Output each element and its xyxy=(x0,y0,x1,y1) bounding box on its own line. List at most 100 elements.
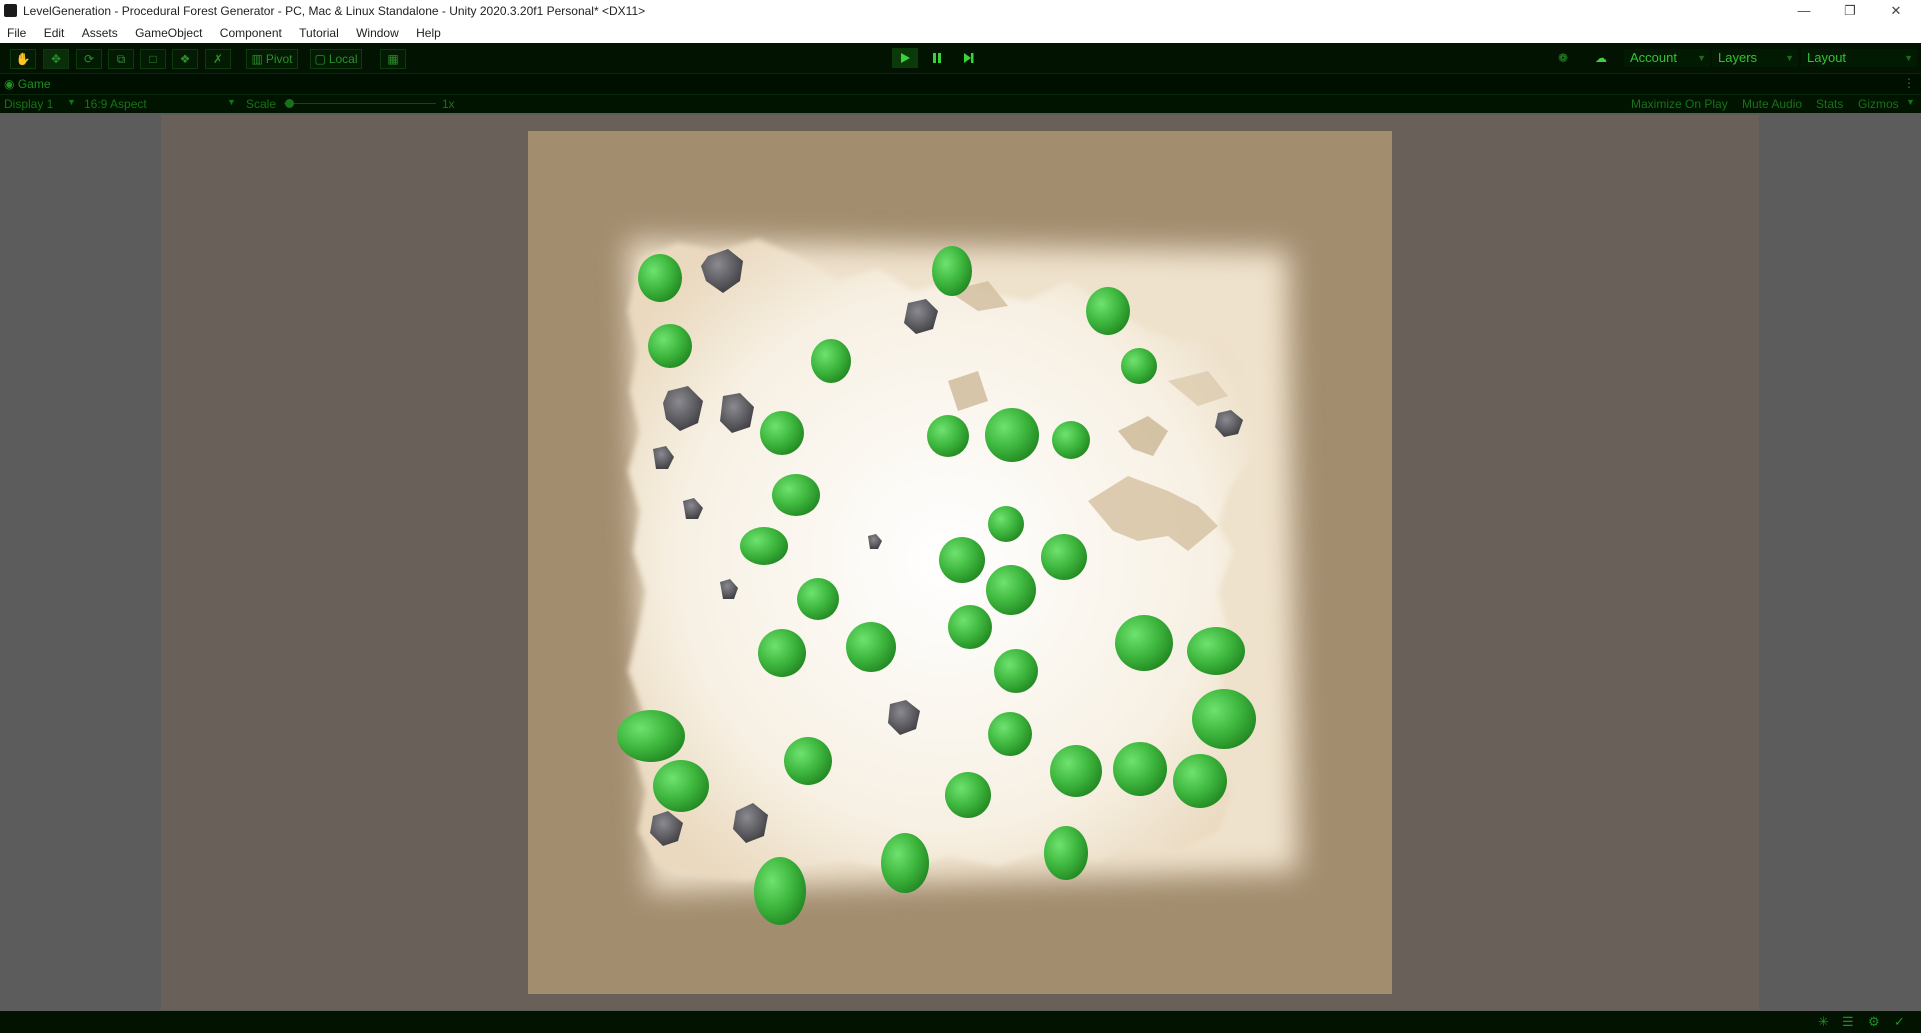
status-bar: ✳ ☰ ⚙ ✓ xyxy=(0,1011,1921,1033)
scale-tool-icon[interactable]: ⧉ xyxy=(108,49,134,69)
tree xyxy=(985,408,1039,462)
layers-label: Layers xyxy=(1718,50,1758,65)
scale-label: Scale xyxy=(246,97,277,111)
tree xyxy=(846,622,896,672)
pause-icon xyxy=(933,53,941,63)
tree xyxy=(932,246,972,296)
tree xyxy=(986,565,1036,615)
tree xyxy=(1192,689,1256,749)
collab-icon[interactable]: ❁ xyxy=(1551,49,1575,67)
tree xyxy=(758,629,806,677)
menu-edit[interactable]: Edit xyxy=(37,22,72,40)
tree xyxy=(653,760,709,812)
tree xyxy=(1086,287,1130,335)
step-icon xyxy=(964,53,974,63)
tree xyxy=(1173,754,1227,808)
menu-component[interactable]: Component xyxy=(213,22,289,40)
menu-file[interactable]: File xyxy=(0,22,33,40)
check-icon[interactable]: ✓ xyxy=(1894,1014,1905,1030)
grid-snap-icon[interactable]: ▦ xyxy=(380,49,406,69)
scale-slider-track[interactable] xyxy=(284,103,436,104)
maximize-on-play-toggle[interactable]: Maximize On Play xyxy=(1631,97,1728,111)
menu-bar: File Edit Assets GameObject Component Tu… xyxy=(0,22,1921,44)
bug-icon[interactable]: ✳ xyxy=(1818,1014,1829,1030)
tree xyxy=(939,537,985,583)
menu-gameobject[interactable]: GameObject xyxy=(128,22,209,40)
tree xyxy=(988,506,1024,542)
tree xyxy=(784,737,832,785)
chevron-down-icon: ▼ xyxy=(1904,53,1913,63)
tree xyxy=(948,605,992,649)
tree xyxy=(754,857,806,925)
pivot-label: Pivot xyxy=(265,52,293,66)
tree xyxy=(1044,826,1088,880)
tree xyxy=(1121,348,1157,384)
game-tab-label: Game xyxy=(17,77,51,91)
unity-app-icon xyxy=(4,4,17,17)
main-toolbar: ✋ ✥ ⟳ ⧉ □ ❖ ✗ ▥ Pivot ▢ Local ▦ ❁ ☁ Acco… xyxy=(0,43,1921,74)
tree xyxy=(1050,745,1102,797)
hand-tool-icon[interactable]: ✋ xyxy=(10,49,36,69)
step-button[interactable] xyxy=(956,48,982,68)
chevron-down-icon: ▼ xyxy=(1906,97,1915,107)
tree xyxy=(1113,742,1167,796)
menu-tutorial[interactable]: Tutorial xyxy=(292,22,346,40)
layout-dropdown[interactable]: Layout ▼ xyxy=(1801,49,1917,67)
tree xyxy=(617,710,685,762)
gamepad-icon: ◉ xyxy=(4,77,15,91)
procedural-forest-scene xyxy=(617,239,1298,925)
stats-toggle[interactable]: Stats xyxy=(1816,97,1843,111)
local-label: Local xyxy=(328,52,358,66)
tree xyxy=(797,578,839,620)
move-tool-icon[interactable]: ✥ xyxy=(43,49,69,69)
layers-dropdown[interactable]: Layers ▼ xyxy=(1712,49,1798,67)
cloud-icon[interactable]: ☁ xyxy=(1589,49,1613,67)
pivot-icon: ▥ xyxy=(251,52,263,66)
rotate-tool-icon[interactable]: ⟳ xyxy=(76,49,102,69)
minimize-button[interactable]: — xyxy=(1781,0,1827,22)
tree xyxy=(1115,615,1173,671)
more-options-icon[interactable]: ⋮ xyxy=(1903,76,1915,90)
rect-tool-icon[interactable]: □ xyxy=(140,49,166,69)
tree xyxy=(994,649,1038,693)
menu-assets[interactable]: Assets xyxy=(75,22,125,40)
tree xyxy=(760,411,804,455)
tree xyxy=(945,772,991,818)
game-tab-bar: ◉ Game ⋮ xyxy=(0,74,1921,95)
aspect-select[interactable]: 16:9 Aspect xyxy=(84,97,147,111)
stack-icon[interactable]: ☰ xyxy=(1842,1014,1854,1030)
local-toggle[interactable]: ▢ Local xyxy=(310,49,362,69)
tab-game[interactable]: ◉ Game xyxy=(4,77,51,91)
menu-window[interactable]: Window xyxy=(349,22,406,40)
tree xyxy=(1052,421,1090,459)
tree xyxy=(648,324,692,368)
forest-level-render xyxy=(528,131,1392,994)
account-dropdown[interactable]: Account ▼ xyxy=(1624,49,1710,67)
tree xyxy=(988,712,1032,756)
chevron-down-icon: ▼ xyxy=(67,97,76,107)
settings-icon[interactable]: ⚙ xyxy=(1868,1014,1880,1030)
custom-tool-icon[interactable]: ✗ xyxy=(205,49,231,69)
display-select[interactable]: Display 1 xyxy=(4,97,53,111)
chevron-down-icon: ▼ xyxy=(1785,53,1794,63)
mute-audio-toggle[interactable]: Mute Audio xyxy=(1742,97,1802,111)
tree xyxy=(1041,534,1087,580)
scale-value: 1x xyxy=(442,97,455,111)
pause-button[interactable] xyxy=(924,48,950,68)
tree xyxy=(927,415,969,457)
scale-slider-handle[interactable] xyxy=(285,99,294,108)
pivot-toggle[interactable]: ▥ Pivot xyxy=(246,49,298,69)
game-view-controls: Display 1 ▼ 16:9 Aspect ▼ Scale 1x Maxim… xyxy=(0,95,1921,113)
tree xyxy=(638,254,682,302)
tree xyxy=(881,833,929,893)
close-button[interactable]: ✕ xyxy=(1873,0,1919,22)
local-icon: ▢ xyxy=(314,52,326,66)
window-titlebar: LevelGeneration - Procedural Forest Gene… xyxy=(0,0,1921,22)
play-button[interactable] xyxy=(892,48,918,68)
tree xyxy=(772,474,820,516)
chevron-down-icon: ▼ xyxy=(227,97,236,107)
transform-tool-icon[interactable]: ❖ xyxy=(172,49,198,69)
gizmos-toggle[interactable]: Gizmos xyxy=(1858,97,1899,111)
restore-button[interactable]: ❐ xyxy=(1827,0,1873,22)
menu-help[interactable]: Help xyxy=(409,22,448,40)
